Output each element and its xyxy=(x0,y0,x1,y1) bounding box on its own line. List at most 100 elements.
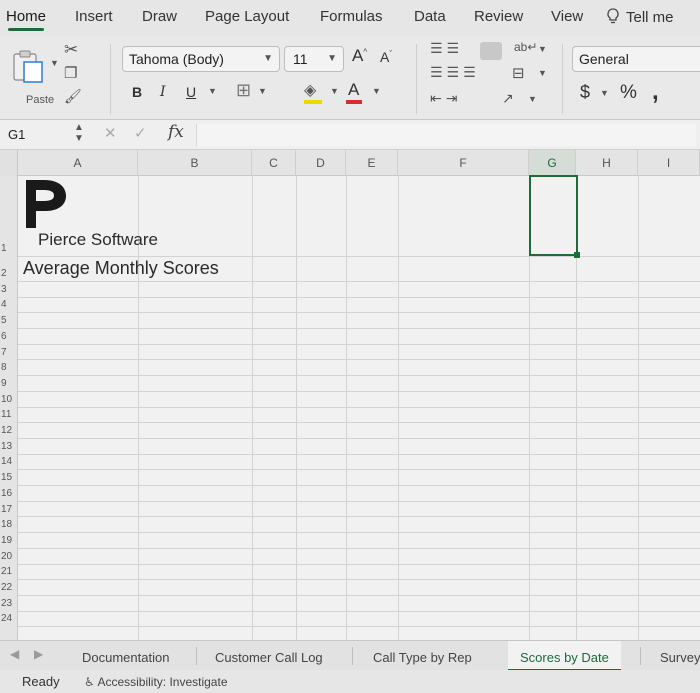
tab-review[interactable]: Review xyxy=(474,8,523,25)
column-header-a[interactable]: A xyxy=(18,150,138,176)
row-header-2[interactable]: 2 xyxy=(0,268,18,279)
currency-button[interactable]: $ xyxy=(580,82,590,103)
borders-icon[interactable]: ⊞ xyxy=(236,80,251,101)
bold-button[interactable]: B xyxy=(132,84,142,100)
name-box-stepper[interactable]: ▲ ▼ xyxy=(74,122,84,144)
format-painter-icon[interactable]: 🖌 xyxy=(64,88,82,105)
worksheet-grid[interactable]: A B C D E F G H I 1 2 3 4 5 6 7 8 9 10 11 12 13 14 15 1… xyxy=(0,150,700,640)
select-all-corner[interactable] xyxy=(0,150,18,176)
sheet-tab-customer-call-log[interactable]: Customer Call Log xyxy=(215,650,323,665)
sheet-tab-documentation[interactable]: Documentation xyxy=(82,650,169,665)
row-header-6[interactable]: 6 xyxy=(0,331,18,342)
column-header-g[interactable]: G xyxy=(529,150,576,176)
column-header-b[interactable]: B xyxy=(138,150,252,176)
gridline xyxy=(638,176,639,640)
fill-color-dropdown-caret[interactable]: ▼ xyxy=(330,86,339,96)
row-header-16[interactable]: 16 xyxy=(0,488,18,499)
row-header-5[interactable]: 5 xyxy=(0,315,18,326)
selected-cell-g1[interactable] xyxy=(529,175,578,256)
number-format-select[interactable]: General xyxy=(572,46,700,72)
orientation-icon[interactable]: ↗ xyxy=(502,90,514,107)
formula-input[interactable] xyxy=(196,124,696,146)
tell-me-button[interactable]: Tell me xyxy=(606,8,674,26)
underline-dropdown-caret[interactable]: ▼ xyxy=(208,86,217,96)
borders-dropdown-caret[interactable]: ▼ xyxy=(258,86,267,96)
wrap-text-icon[interactable]: ab↵ xyxy=(514,40,537,54)
comma-style-button[interactable]: , xyxy=(652,78,659,106)
underline-button[interactable]: U xyxy=(186,84,196,100)
row-header-1[interactable]: 1 xyxy=(0,243,18,254)
font-color-dropdown-caret[interactable]: ▼ xyxy=(372,86,381,96)
copy-icon[interactable]: ❐ xyxy=(64,64,77,82)
row-header-9[interactable]: 9 xyxy=(0,378,18,389)
row-header-3[interactable]: 3 xyxy=(0,284,18,295)
column-header-i[interactable]: I xyxy=(638,150,700,176)
row-header-13[interactable]: 13 xyxy=(0,441,18,452)
currency-dropdown-caret[interactable]: ▼ xyxy=(600,88,609,98)
cancel-icon[interactable]: ✕ xyxy=(104,124,117,142)
row-header-8[interactable]: 8 xyxy=(0,362,18,373)
merge-center-icon[interactable]: ⊟ xyxy=(512,64,525,82)
paste-button[interactable]: Paste xyxy=(10,46,56,108)
increase-font-size-button[interactable]: A^ xyxy=(352,46,367,66)
column-header-c[interactable]: C xyxy=(252,150,296,176)
italic-button[interactable]: I xyxy=(160,84,166,100)
row-header-22[interactable]: 22 xyxy=(0,582,18,593)
tab-data[interactable]: Data xyxy=(414,8,446,25)
sheet-tab-survey[interactable]: Survey xyxy=(660,650,700,665)
row-header-10[interactable]: 10 xyxy=(0,394,18,405)
tab-home[interactable]: Home xyxy=(6,8,46,31)
tab-formulas[interactable]: Formulas xyxy=(320,8,383,25)
row-header-17[interactable]: 17 xyxy=(0,504,18,515)
row-header-19[interactable]: 19 xyxy=(0,535,18,546)
sheet-tab-scores-by-date[interactable]: Scores by Date xyxy=(508,641,621,671)
column-header-f[interactable]: F xyxy=(398,150,529,176)
column-header-d[interactable]: D xyxy=(296,150,346,176)
gridline xyxy=(18,454,700,455)
merge-dropdown-caret[interactable]: ▼ xyxy=(538,68,547,78)
horizontal-align-buttons[interactable]: ☰☰☰ xyxy=(430,64,480,81)
tab-page-layout[interactable]: Page Layout xyxy=(205,8,289,25)
cut-icon[interactable]: ✂ xyxy=(64,40,78,60)
row-header-14[interactable]: 14 xyxy=(0,456,18,467)
decrease-font-size-button[interactable]: Aˇ xyxy=(380,49,392,65)
row-header-21[interactable]: 21 xyxy=(0,566,18,577)
row-header-12[interactable]: 12 xyxy=(0,425,18,436)
font-color-swatch xyxy=(346,100,362,104)
font-color-button[interactable]: A xyxy=(348,80,359,100)
indent-buttons[interactable]: ⇤⇥ xyxy=(430,90,461,107)
row-header-20[interactable]: 20 xyxy=(0,551,18,562)
row-header-15[interactable]: 15 xyxy=(0,472,18,483)
column-header-h[interactable]: H xyxy=(576,150,638,176)
tab-insert[interactable]: Insert xyxy=(75,8,113,25)
row-header-23[interactable]: 23 xyxy=(0,598,18,609)
orientation-dropdown-caret[interactable]: ▼ xyxy=(528,94,537,104)
row-header-18[interactable]: 18 xyxy=(0,519,18,530)
fill-handle[interactable] xyxy=(574,252,580,258)
row-header-7[interactable]: 7 xyxy=(0,347,18,358)
accessibility-button[interactable]: ♿ Accessibility: Investigate xyxy=(84,675,228,689)
row-header-4[interactable]: 4 xyxy=(0,299,18,310)
column-header-e[interactable]: E xyxy=(346,150,398,176)
cell-a2[interactable]: Average Monthly Scores xyxy=(23,258,219,279)
font-name-select[interactable]: Tahoma (Body) ▼ xyxy=(122,46,280,72)
tab-view[interactable]: View xyxy=(551,8,583,25)
fill-color-icon[interactable]: ◈ xyxy=(304,80,316,100)
name-box[interactable]: G1 xyxy=(6,124,62,146)
tab-draw[interactable]: Draw xyxy=(142,8,177,25)
paste-dropdown-caret[interactable]: ▼ xyxy=(50,58,59,68)
scroll-right-icon[interactable]: ▶ xyxy=(34,647,43,661)
insert-function-button[interactable]: fx xyxy=(168,122,184,142)
bottom-align-active[interactable] xyxy=(480,42,502,60)
gridline xyxy=(18,469,700,470)
vertical-align-buttons[interactable]: ☰☰ xyxy=(430,40,463,57)
percent-button[interactable]: % xyxy=(620,82,637,104)
row-header-24[interactable]: 24 xyxy=(0,613,18,624)
cell-a1[interactable]: Pierce Software xyxy=(38,230,158,250)
scroll-left-icon[interactable]: ◀ xyxy=(10,647,19,661)
font-size-select[interactable]: 11 ▼ xyxy=(284,46,344,72)
enter-check-icon[interactable]: ✓ xyxy=(134,124,147,142)
sheet-tab-call-type-by-rep[interactable]: Call Type by Rep xyxy=(373,650,472,665)
row-header-11[interactable]: 11 xyxy=(0,409,18,420)
wrap-text-dropdown-caret[interactable]: ▼ xyxy=(538,44,547,54)
